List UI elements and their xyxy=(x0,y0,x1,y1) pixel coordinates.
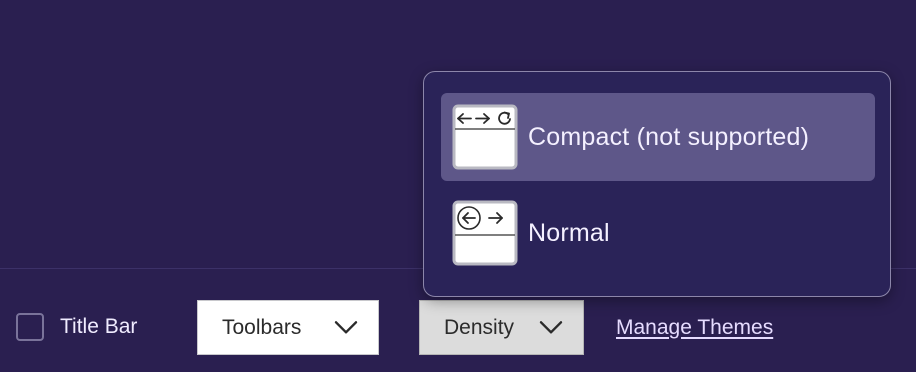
manage-themes-link[interactable]: Manage Themes xyxy=(616,316,773,340)
toolbars-dropdown[interactable]: Toolbars xyxy=(197,300,379,355)
density-option-compact[interactable]: Compact (not supported) xyxy=(441,93,875,181)
chevron-down-icon xyxy=(539,320,563,333)
density-option-label: Normal xyxy=(528,218,610,247)
normal-density-icon xyxy=(452,200,518,266)
title-bar-label: Title Bar xyxy=(60,315,138,338)
compact-density-icon xyxy=(452,104,518,170)
density-dropdown-label: Density xyxy=(444,315,515,339)
density-option-label: Compact (not supported) xyxy=(528,122,810,151)
density-popup-menu: Compact (not supported) Normal xyxy=(423,71,891,297)
toolbars-dropdown-label: Toolbars xyxy=(222,315,302,339)
density-option-normal[interactable]: Normal xyxy=(441,189,875,277)
chevron-down-icon xyxy=(334,320,358,333)
title-bar-checkbox[interactable] xyxy=(16,313,44,341)
title-bar-toggle[interactable]: Title Bar xyxy=(16,313,137,341)
density-dropdown[interactable]: Density xyxy=(419,300,584,355)
